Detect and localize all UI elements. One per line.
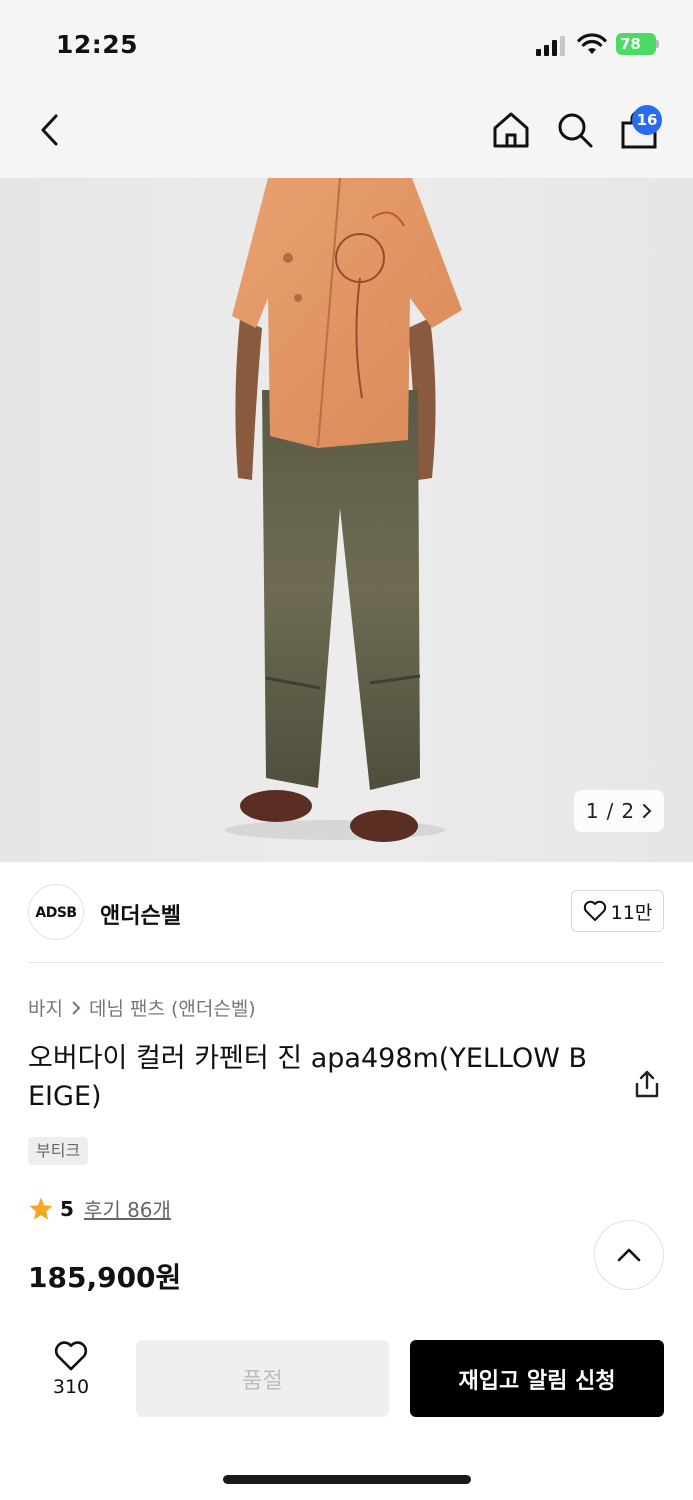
product-image[interactable] — [0, 178, 693, 862]
star-icon — [29, 1197, 53, 1220]
soldout-button[interactable]: 품절 — [136, 1340, 389, 1417]
wifi-icon — [577, 33, 607, 54]
home-button[interactable] — [489, 108, 533, 152]
chevron-right-icon — [72, 1000, 81, 1015]
wishlist-count: 310 — [52, 1376, 90, 1398]
breadcrumb-category[interactable]: 바지 — [28, 994, 63, 1021]
brand-row: ADSB 앤더슨벨 11만 — [28, 882, 664, 942]
divider — [28, 962, 664, 963]
status-time: 12:25 — [56, 30, 139, 59]
brand-name[interactable]: 앤더슨벨 — [100, 898, 181, 930]
breadcrumb-subcategory[interactable]: 데님 팬츠 (앤더슨벨) — [89, 994, 256, 1021]
brand-like-button[interactable]: 11만 — [571, 890, 664, 932]
boutique-tag: 부티크 — [28, 1137, 89, 1165]
product-price: 185,900원 — [28, 1261, 182, 1294]
chevron-up-icon — [617, 1248, 641, 1262]
search-icon — [558, 113, 593, 148]
image-counter-total: 2 — [621, 799, 635, 823]
breadcrumb: 바지 데님 팬츠 (앤더슨벨) — [28, 994, 256, 1021]
cellular-signal-icon — [536, 36, 565, 56]
heart-icon — [54, 1341, 88, 1371]
search-button[interactable] — [553, 108, 597, 152]
reviews-link[interactable]: 후기 86개 — [84, 1194, 171, 1223]
image-counter[interactable]: 1 / 2 — [574, 790, 664, 832]
app-header — [0, 88, 693, 178]
chevron-right-icon — [643, 804, 652, 818]
back-button[interactable] — [28, 108, 72, 152]
battery-icon: 78 — [616, 33, 656, 55]
wishlist-button[interactable]: 310 — [36, 1340, 106, 1416]
image-counter-current: 1 — [585, 799, 599, 823]
brand-logo[interactable]: ADSB — [28, 884, 84, 940]
rating-row: 5 후기 86개 — [28, 1194, 171, 1223]
cart-count-badge: 16 — [632, 105, 662, 135]
brand-like-count: 11만 — [610, 901, 653, 924]
product-photo — [225, 178, 462, 842]
product-title: 오버다이 컬러 카펜터 진 apa498m(YELLOW BEIGE) — [28, 1043, 588, 1112]
share-button[interactable] — [627, 1064, 667, 1104]
rating-score: 5 — [60, 1196, 74, 1221]
chevron-left-icon — [41, 114, 58, 146]
home-indicator — [223, 1475, 471, 1484]
battery-tip — [656, 40, 659, 48]
scroll-top-button[interactable] — [594, 1220, 664, 1290]
share-icon — [635, 1070, 659, 1098]
restock-alert-button[interactable]: 재입고 알림 신청 — [410, 1340, 664, 1417]
image-counter-separator: / — [606, 799, 614, 823]
status-bar: 12:25 78 — [0, 0, 693, 88]
home-icon — [493, 112, 529, 148]
heart-icon — [583, 900, 606, 921]
battery-level: 78 — [620, 35, 641, 53]
